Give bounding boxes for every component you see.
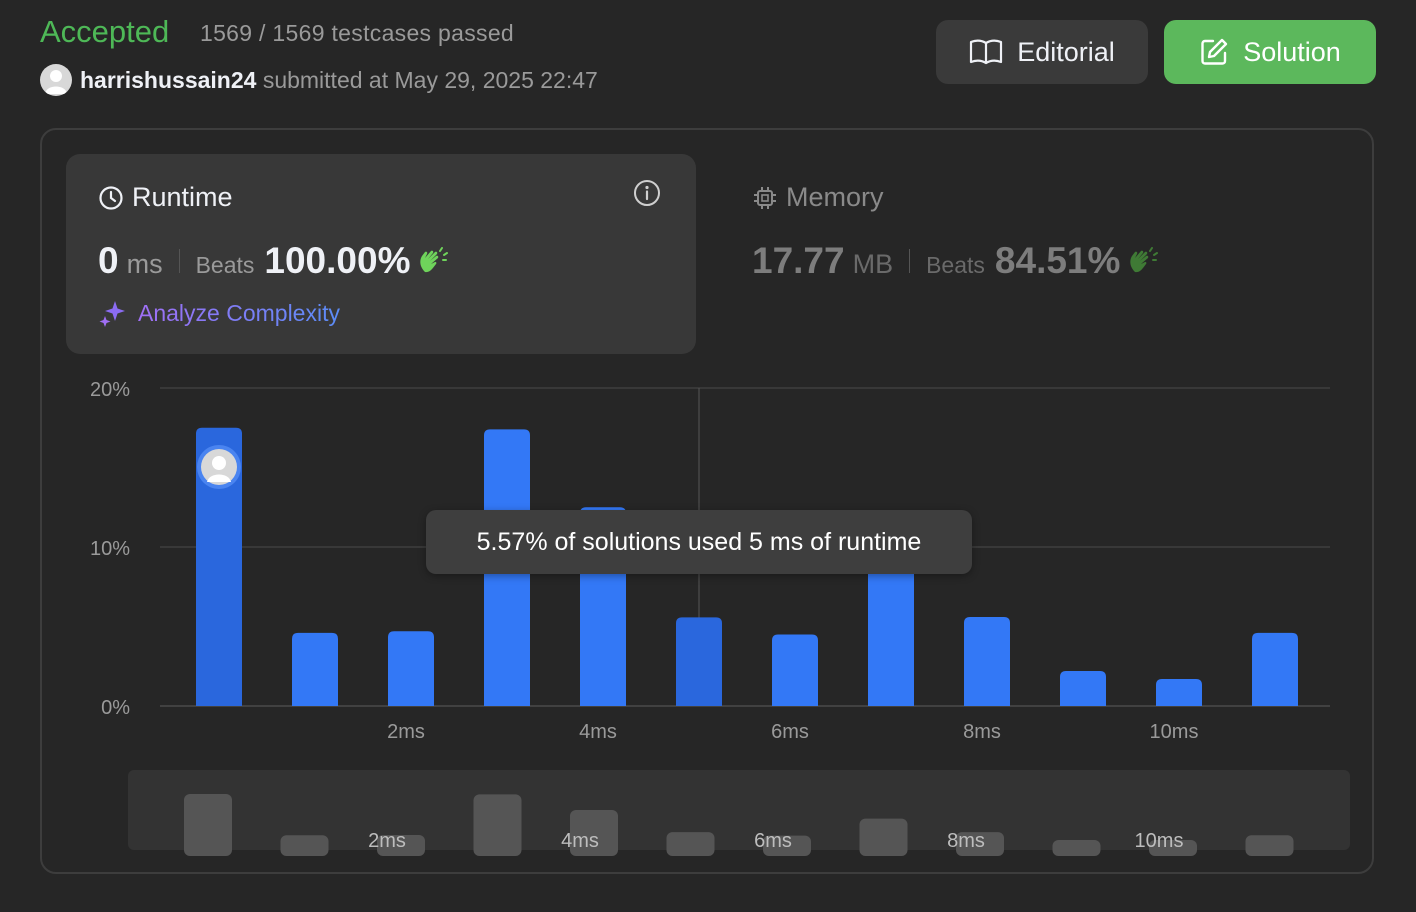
y-tick-label: 0% — [101, 697, 130, 719]
overview-bar — [1245, 835, 1294, 856]
runtime-distribution-chart[interactable]: 0% 10% 20% 2ms 4ms 6ms 8ms 10ms 2ms 4ms 6ms 8ms 10ms — [0, 0, 1416, 912]
overview-bar — [1052, 840, 1101, 856]
overview-tick-label: 6ms — [754, 830, 792, 852]
y-tick-label: 20% — [90, 379, 130, 401]
chart-tooltip: 5.57% of solutions used 5 ms of runtime — [426, 510, 972, 574]
x-tick-label: 8ms — [963, 721, 1001, 743]
x-tick-label: 6ms — [771, 721, 809, 743]
x-tick-label: 10ms — [1150, 721, 1199, 743]
chart-bar — [292, 632, 338, 706]
overview-bar — [184, 794, 232, 856]
chart-bar — [676, 617, 722, 706]
x-tick-label: 4ms — [579, 721, 617, 743]
overview-bar — [473, 794, 522, 856]
overview-bar — [666, 832, 715, 856]
overview-tick-label: 4ms — [561, 830, 599, 852]
y-tick-label: 10% — [90, 538, 130, 560]
overview-tick-label: 2ms — [368, 830, 406, 852]
chart-bar — [772, 634, 818, 706]
chart-bar — [1252, 632, 1298, 706]
chart-bar — [388, 631, 434, 706]
overview-bar — [280, 835, 329, 856]
overview-tick-label: 10ms — [1135, 830, 1184, 852]
chart-bar — [1060, 671, 1106, 706]
chart-bar — [964, 616, 1010, 706]
chart-bar — [1156, 678, 1202, 706]
overview-bar — [859, 818, 908, 856]
x-tick-label: 2ms — [387, 721, 425, 743]
overview-tick-label: 8ms — [947, 830, 985, 852]
user-marker-head — [212, 456, 226, 470]
